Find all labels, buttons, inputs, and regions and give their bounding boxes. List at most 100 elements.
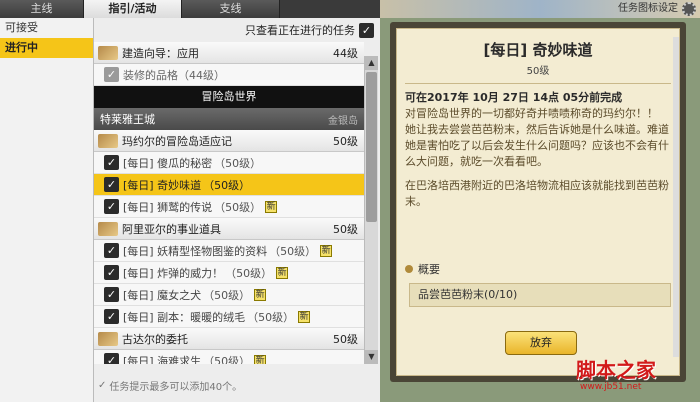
group-title: 阿里亚尔的事业道具	[122, 222, 221, 236]
icon-settings[interactable]: 任务图标设定	[618, 0, 696, 18]
category-in-progress[interactable]: 进行中	[0, 38, 93, 58]
quest-label: [每日] 副本：暖暖的绒毛	[123, 310, 246, 324]
quest-level: （50级）	[203, 288, 251, 302]
quest-level: （50级）	[214, 200, 262, 214]
checkbox-icon[interactable]: ✓	[104, 265, 119, 280]
filter-label: 只查看正在进行的任务	[245, 24, 355, 37]
quest-level: （50级）	[203, 178, 251, 192]
group-level: 50级	[333, 222, 358, 236]
quest-group[interactable]: 阿里亚尔的事业道具 50级	[94, 218, 364, 240]
section-sub: 金银岛	[328, 115, 358, 127]
divider	[405, 83, 671, 84]
new-badge: 新	[320, 244, 333, 257]
scroll-up-icon[interactable]: ▲	[365, 56, 378, 70]
quest-level: （50级）	[214, 156, 262, 170]
group-title: 建造向导：应用	[122, 46, 199, 60]
tab-guide-event[interactable]: 指引/活动	[84, 0, 182, 18]
quest-label: [每日] 傻瓜的秘密	[123, 156, 213, 170]
category-sidebar: 可接受 进行中	[0, 18, 94, 402]
list-scrollbar[interactable]: ▲ ▼	[364, 56, 378, 364]
checkbox-icon[interactable]: ✓	[104, 67, 119, 82]
group-level: 44级	[333, 46, 358, 60]
new-badge: 新	[254, 354, 267, 364]
quest-row[interactable]: ✓ [每日] 傻瓜的秘密 （50级）	[94, 152, 364, 174]
detail-paper: [每日] 奇妙味道 50级 可在2017年 10月 27日 14点 05分前完成…	[396, 28, 680, 376]
filter-checkbox[interactable]: ✓	[359, 22, 374, 38]
section-title: 特莱雅王城	[100, 113, 155, 126]
quest-tabs: 主线 指引/活动 支线	[0, 0, 380, 18]
section-header[interactable]: 特莱雅王城 金银岛	[94, 108, 364, 130]
book-icon	[98, 133, 118, 148]
checkbox-icon[interactable]: ✓	[104, 287, 119, 302]
detail-para-2: 她让我去尝尝芭芭粉末，然后告诉她是什么味道。难道她是害怕吃了以后会发生什么问题吗…	[405, 123, 669, 168]
detail-level: 50级	[526, 66, 550, 77]
quest-row-selected[interactable]: ✓ [每日] 奇妙味道 （50级）	[94, 174, 364, 196]
tab-side[interactable]: 支线	[182, 0, 280, 18]
watermark-url: www.jb51.net	[580, 382, 642, 392]
group-level: 50级	[333, 332, 358, 346]
group-level: 50级	[333, 134, 358, 148]
abandon-button[interactable]: 放弃	[505, 331, 577, 355]
checkbox-icon[interactable]: ✓	[104, 353, 119, 364]
new-badge: 新	[254, 288, 267, 301]
detail-para-1: 对冒险岛世界的一切都好奇并啧啧称奇的玛约尔！！	[405, 107, 658, 120]
detail-para-3: 在巴洛培西港附近的巴洛培物流相应该就能找到芭芭粉末。	[405, 179, 669, 208]
quest-row[interactable]: ✓ [每日] 狮鹫的传说 （50级） 新	[94, 196, 364, 218]
quest-label: [每日] 海难求生	[123, 354, 202, 365]
tab-main[interactable]: 主线	[0, 0, 84, 18]
detail-scrollbar[interactable]	[673, 37, 679, 357]
quest-row[interactable]: ✓ [每日] 炸弹的威力！ （50级） 新	[94, 262, 364, 284]
scroll-thumb[interactable]	[366, 72, 377, 222]
group-title: 玛约尔的冒险岛适应记	[122, 134, 232, 148]
scroll-down-icon[interactable]: ▼	[365, 350, 378, 364]
detail-title: [每日] 奇妙味道	[483, 41, 593, 59]
quest-row[interactable]: ✓ [每日] 魔女之犬 （50级） 新	[94, 284, 364, 306]
quest-row[interactable]: ✓ [每日] 妖精型怪物图鉴的资料 （50级） 新	[94, 240, 364, 262]
bullet-icon	[405, 265, 413, 273]
quest-group[interactable]: 玛约尔的冒险岛适应记 50级	[94, 130, 364, 152]
checkbox-icon[interactable]: ✓	[104, 155, 119, 170]
quest-level: （50级）	[247, 310, 295, 324]
category-acceptable[interactable]: 可接受	[0, 18, 93, 38]
new-badge: 新	[265, 200, 278, 213]
quest-level: （50级）	[269, 244, 317, 258]
detail-body: 可在2017年 10月 27日 14点 05分前完成 对冒险岛世界的一切都好奇并…	[397, 90, 679, 210]
checkbox-icon[interactable]: ✓	[104, 177, 119, 192]
new-badge: 新	[298, 310, 311, 323]
quest-label: [每日] 狮鹫的传说	[123, 200, 213, 214]
checkbox-icon[interactable]: ✓	[104, 199, 119, 214]
checkbox-icon[interactable]: ✓	[104, 243, 119, 258]
goal-box: 品尝芭芭粉末(0/10)	[409, 283, 671, 307]
detail-deadline: 可在2017年 10月 27日 14点 05分前完成	[405, 91, 623, 104]
filter-row: 只查看正在进行的任务 ✓	[94, 18, 380, 42]
book-icon	[98, 45, 118, 60]
new-badge: 新	[276, 266, 289, 279]
footnote-text: 任务提示最多可以添加40个。	[109, 382, 243, 393]
quest-list-pane: 只查看正在进行的任务 ✓ 建造向导：应用 44级 ✓ 装修的品格（44级） 冒险…	[94, 18, 380, 402]
quest-label: [每日] 奇妙味道	[123, 178, 202, 192]
quest-label: [每日] 炸弹的威力！	[123, 266, 224, 280]
quest-group[interactable]: 古达尔的委托 50级	[94, 328, 364, 350]
check-icon: ✓	[98, 380, 107, 391]
quest-group[interactable]: 建造向导：应用 44级	[94, 42, 364, 64]
watermark-logo: 脚本之家	[576, 358, 656, 382]
book-icon	[98, 221, 118, 236]
quest-row[interactable]: ✓ [每日] 副本：暖暖的绒毛 （50级） 新	[94, 306, 364, 328]
region-bar: 冒险岛世界	[94, 86, 364, 108]
summary-header: 概要	[405, 261, 440, 277]
book-icon	[98, 331, 118, 346]
icon-settings-label: 任务图标设定	[618, 3, 678, 14]
quest-label: [每日] 魔女之犬	[123, 288, 202, 302]
quest-level: （50级）	[203, 354, 251, 365]
footnote: ✓ 任务提示最多可以添加40个。	[98, 378, 242, 393]
checkbox-icon[interactable]: ✓	[104, 309, 119, 324]
quest-row[interactable]: ✓ 装修的品格（44级）	[94, 64, 364, 86]
summary-label: 概要	[418, 263, 440, 276]
quest-list: 建造向导：应用 44级 ✓ 装修的品格（44级） 冒险岛世界 特莱雅王城 金银岛…	[94, 42, 364, 364]
quest-row[interactable]: ✓ [每日] 海难求生 （50级） 新	[94, 350, 364, 364]
gear-icon[interactable]	[682, 2, 696, 16]
quest-label: [每日] 妖精型怪物图鉴的资料	[123, 244, 268, 258]
quest-label: 装修的品格（44级）	[123, 68, 225, 82]
group-title: 古达尔的委托	[122, 332, 188, 346]
quest-detail-panel: [每日] 奇妙味道 50级 可在2017年 10月 27日 14点 05分前完成…	[390, 22, 686, 382]
